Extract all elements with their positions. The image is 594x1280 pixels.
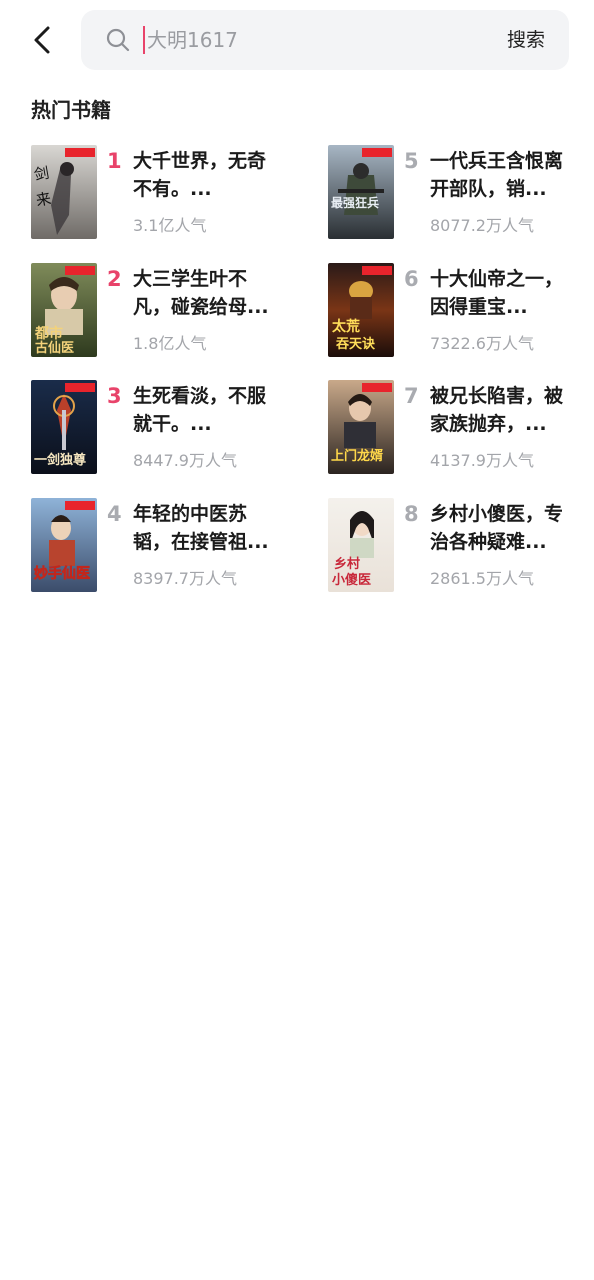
book-cover[interactable]: 都市 古仙医 (31, 263, 97, 357)
book-cover[interactable]: 最强狂兵 (328, 145, 394, 239)
book-rank: 3 (107, 384, 122, 408)
svg-text:乡村: 乡村 (334, 556, 360, 572)
search-icon (106, 28, 130, 52)
svg-text:剑: 剑 (33, 164, 51, 184)
svg-text:小傻医: 小傻医 (332, 572, 371, 588)
book-item-1[interactable]: 剑 来 1 大千世界，无奇不有。... 3.1亿人气 (31, 145, 291, 239)
book-popularity: 2861.5万人气 (430, 569, 534, 588)
book-cover[interactable]: 乡村 小傻医 (328, 498, 394, 592)
svg-text:一剑独尊: 一剑独尊 (34, 452, 86, 468)
svg-text:最强狂兵: 最强狂兵 (331, 195, 379, 210)
section-title: 热门书籍 (31, 98, 111, 122)
search-input[interactable] (147, 18, 477, 62)
book-cover[interactable]: 剑 来 (31, 145, 97, 239)
book-item-6[interactable]: 太荒 吞天诀 6 十大仙帝之一，因得重宝... 7322.6万人气 (328, 263, 588, 357)
search-button[interactable]: 搜索 (507, 24, 545, 56)
book-popularity: 3.1亿人气 (133, 216, 207, 235)
book-title[interactable]: 乡村小傻医，专治各种疑难... (430, 500, 570, 556)
search-bar[interactable]: 搜索 (81, 10, 569, 70)
book-item-2[interactable]: 都市 古仙医 2 大三学生叶不凡，碰瓷给母... 1.8亿人气 (31, 263, 291, 357)
top-bar: 搜索 (0, 0, 594, 80)
book-title[interactable]: 大三学生叶不凡，碰瓷给母... (133, 265, 273, 321)
svg-text:吞天诀: 吞天诀 (336, 336, 376, 352)
book-popularity: 4137.9万人气 (430, 451, 534, 470)
book-cover[interactable]: 太荒 吞天诀 (328, 263, 394, 357)
book-title[interactable]: 一代兵王含恨离开部队，销... (430, 147, 570, 203)
book-cover[interactable]: 妙手仙医 (31, 498, 97, 592)
book-title[interactable]: 被兄长陷害，被家族抛弃，... (430, 382, 570, 438)
book-item-8[interactable]: 乡村 小傻医 8 乡村小傻医，专治各种疑难... 2861.5万人气 (328, 498, 588, 592)
chevron-left-icon (34, 26, 50, 54)
book-popularity: 1.8亿人气 (133, 334, 207, 353)
svg-text:上门龙婿: 上门龙婿 (331, 448, 384, 464)
book-item-4[interactable]: 妙手仙医 4 年轻的中医苏韬，在接管祖... 8397.7万人气 (31, 498, 291, 592)
back-button[interactable] (26, 22, 62, 58)
svg-text:古仙医: 古仙医 (35, 340, 74, 356)
text-cursor (143, 26, 145, 54)
book-popularity: 8077.2万人气 (430, 216, 534, 235)
book-rank: 2 (107, 267, 122, 291)
book-title[interactable]: 大千世界，无奇不有。... (133, 147, 273, 203)
svg-text:太荒: 太荒 (332, 318, 360, 335)
book-item-3[interactable]: 一剑独尊 3 生死看淡，不服就干。... 8447.9万人气 (31, 380, 291, 474)
book-cover[interactable]: 一剑独尊 (31, 380, 97, 474)
svg-text:都市: 都市 (34, 325, 63, 342)
book-cover[interactable]: 上门龙婿 (328, 380, 394, 474)
book-rank: 5 (404, 149, 419, 173)
book-rank: 1 (107, 149, 122, 173)
book-item-7[interactable]: 上门龙婿 7 被兄长陷害，被家族抛弃，... 4137.9万人气 (328, 380, 588, 474)
book-popularity: 8447.9万人气 (133, 451, 237, 470)
book-item-5[interactable]: 最强狂兵 5 一代兵王含恨离开部队，销... 8077.2万人气 (328, 145, 588, 239)
book-title[interactable]: 生死看淡，不服就干。... (133, 382, 273, 438)
book-rank: 4 (107, 502, 122, 526)
book-title[interactable]: 十大仙帝之一，因得重宝... (430, 265, 570, 321)
svg-text:来: 来 (35, 189, 53, 209)
book-title[interactable]: 年轻的中医苏韬，在接管祖... (133, 500, 273, 556)
book-rank: 6 (404, 267, 419, 291)
book-rank: 8 (404, 502, 419, 526)
book-popularity: 8397.7万人气 (133, 569, 237, 588)
svg-text:妙手仙医: 妙手仙医 (34, 565, 90, 582)
book-rank: 7 (404, 384, 419, 408)
book-popularity: 7322.6万人气 (430, 334, 534, 353)
